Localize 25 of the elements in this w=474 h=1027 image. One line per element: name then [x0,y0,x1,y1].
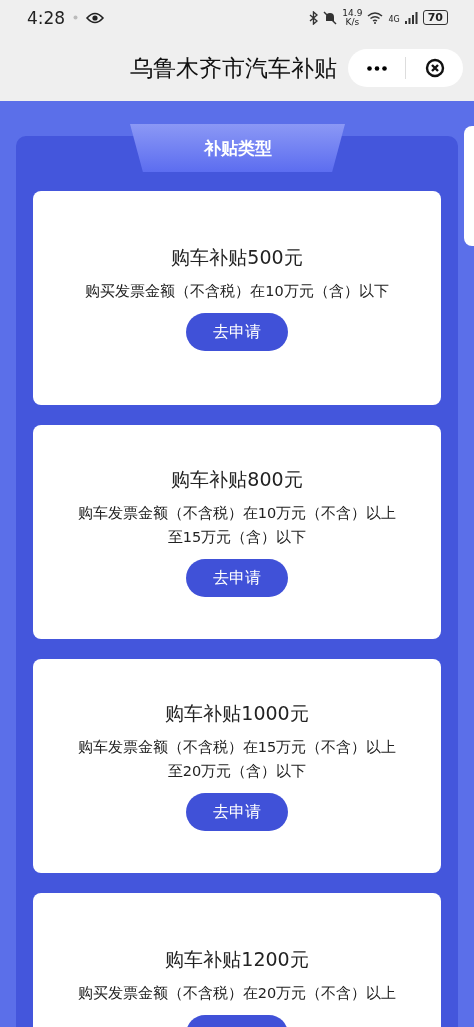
more-icon [366,65,387,71]
apply-button[interactable]: 去申请 [186,559,288,597]
network-speed: 14.9 K/s [342,8,363,27]
wifi-icon [367,11,384,24]
apply-button[interactable]: 去申请 [186,313,288,351]
network-type: 4G [388,14,400,24]
subsidy-title: 购车补贴800元 [171,467,303,492]
muted-bell-icon [323,10,338,25]
subsidy-condition: 购买发票金额（不含税）在20万元（不含）以上 [77,984,397,1003]
subsidy-title: 购车补贴500元 [171,245,303,270]
subsidy-condition: 购买发票金额（不含税）在10万元（含）以下 [85,282,389,301]
clock: 4:28 [27,7,66,28]
eye-icon [86,11,105,24]
subsidy-condition: 购车发票金额（不含税）在10万元（不含）以上 至15万元（含）以下 [77,504,397,547]
page-title: 乌鲁木齐市汽车补贴 [130,53,337,83]
dot-icon [73,15,79,20]
battery-level: 70 [422,10,448,25]
apply-button[interactable]: 去申请 [186,793,288,831]
close-icon [424,58,445,78]
subsidy-title: 购车补贴1200元 [165,947,309,972]
bluetooth-icon [309,10,319,25]
subsidy-title: 购车补贴1000元 [165,701,309,726]
subsidy-condition: 购车发票金额（不含税）在15万元（不含）以上 至20万元（含）以下 [77,738,397,781]
side-handle[interactable] [464,126,474,246]
signal-icon [404,11,418,24]
